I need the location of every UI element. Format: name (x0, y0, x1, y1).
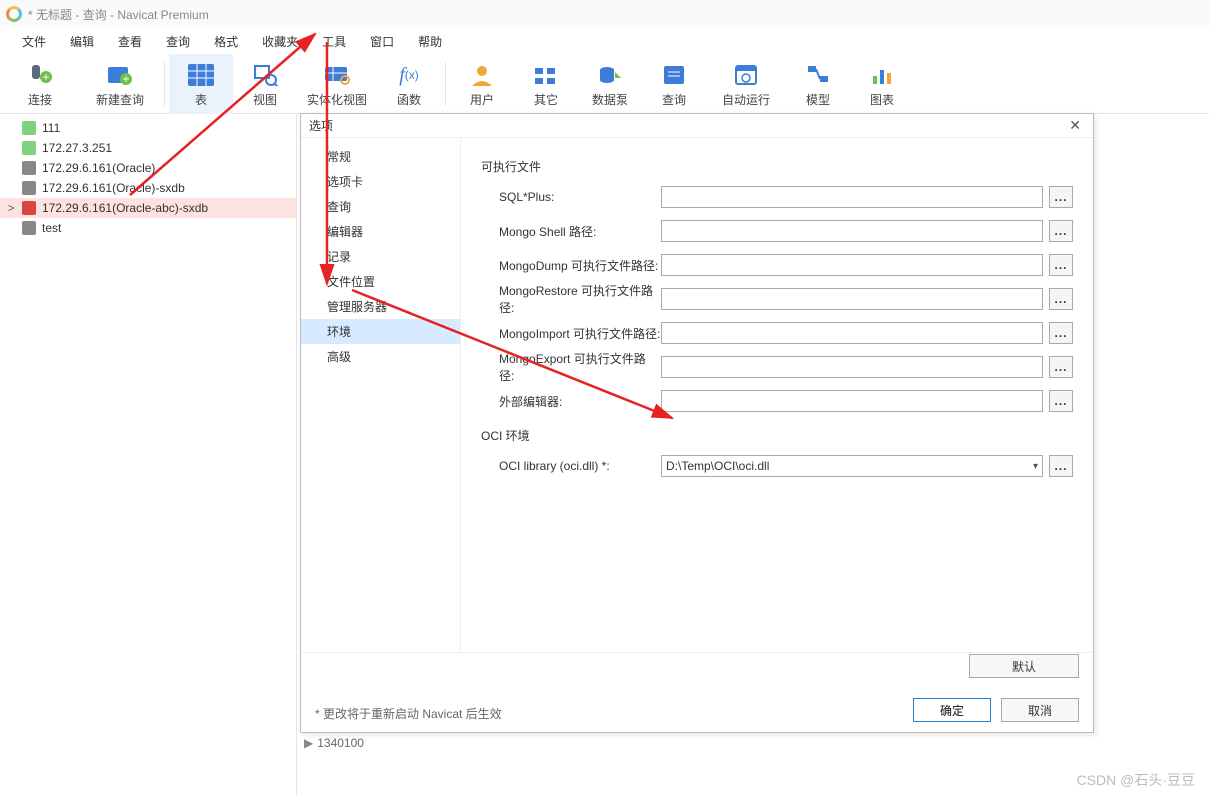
dialog-nav: 常规 选项卡 查询 编辑器 记录 文件位置 管理服务器 环境 高级 (301, 138, 461, 652)
menu-file[interactable]: 文件 (10, 29, 58, 54)
db-icon (22, 161, 36, 175)
sidebar-item[interactable]: 172.29.6.161(Oracle)-sxdb (0, 178, 296, 198)
sidebar-item-selected[interactable]: >172.29.6.161(Oracle-abc)-sxdb (0, 198, 296, 218)
watermark: CSDN @石头·豆豆 (1077, 770, 1195, 790)
browse-button[interactable]: ... (1049, 220, 1073, 242)
tb-matview[interactable]: 实体化视图 (297, 54, 377, 114)
dialog-title: 选项 (309, 117, 333, 134)
menu-edit[interactable]: 编辑 (58, 29, 106, 54)
db-icon (22, 121, 36, 135)
cancel-button[interactable]: 取消 (1001, 698, 1079, 722)
label-sqlplus: SQL*Plus: (481, 190, 661, 204)
input-mongoshell[interactable] (661, 220, 1043, 242)
status-value: 1340100 (317, 736, 364, 750)
tb-model[interactable]: 模型 (786, 54, 850, 114)
input-mongodump[interactable] (661, 254, 1043, 276)
input-mongoexport[interactable] (661, 356, 1043, 378)
nav-records[interactable]: 记录 (301, 244, 460, 269)
browse-button[interactable]: ... (1049, 322, 1073, 344)
browse-button[interactable]: ... (1049, 288, 1073, 310)
menu-view[interactable]: 查看 (106, 29, 154, 54)
connection-sidebar: 111 172.27.3.251 172.29.6.161(Oracle) 17… (0, 114, 297, 796)
window-titlebar: * 无标题 - 查询 - Navicat Premium (0, 0, 1209, 28)
browse-button[interactable]: ... (1049, 356, 1073, 378)
db-icon (22, 181, 36, 195)
sidebar-item[interactable]: test (0, 218, 296, 238)
browse-button[interactable]: ... (1049, 186, 1073, 208)
app-logo-icon (6, 6, 22, 22)
svg-text:+: + (42, 70, 49, 84)
tb-chart[interactable]: 图表 (850, 54, 914, 114)
section-executables: 可执行文件 (481, 158, 1073, 175)
label-mongoshell: Mongo Shell 路径: (481, 223, 661, 240)
label-mongoexport: MongoExport 可执行文件路径: (481, 350, 661, 384)
main-toolbar: +连接 +新建查询 表 视图 实体化视图 f(x)函数 用户 其它 数据泵 查询… (0, 54, 1209, 114)
play-icon[interactable]: ▶ (304, 736, 313, 750)
menubar: 文件 编辑 查看 查询 格式 收藏夹 工具 窗口 帮助 (0, 28, 1209, 54)
tb-table[interactable]: 表 (169, 54, 233, 114)
db-icon (22, 221, 36, 235)
label-mongoimport: MongoImport 可执行文件路径: (481, 325, 661, 342)
chevron-down-icon: ▾ (1033, 461, 1038, 472)
nav-query[interactable]: 查询 (301, 194, 460, 219)
toolbar-separator (445, 62, 446, 106)
tb-auto[interactable]: 自动运行 (706, 54, 786, 114)
nav-tabs[interactable]: 选项卡 (301, 169, 460, 194)
browse-button[interactable]: ... (1049, 390, 1073, 412)
tb-query[interactable]: 查询 (642, 54, 706, 114)
menu-window[interactable]: 窗口 (358, 29, 406, 54)
input-sqlplus[interactable] (661, 186, 1043, 208)
options-dialog: 选项 ✕ 常规 选项卡 查询 编辑器 记录 文件位置 管理服务器 环境 高级 可… (300, 113, 1094, 733)
menu-format[interactable]: 格式 (202, 29, 250, 54)
restart-note: * 更改将于重新启动 Navicat 后生效 (315, 705, 502, 722)
tb-pump[interactable]: 数据泵 (578, 54, 642, 114)
label-mongorestore: MongoRestore 可执行文件路径: (481, 282, 661, 316)
tb-connect[interactable]: +连接 (0, 54, 80, 114)
svg-text:+: + (122, 72, 129, 86)
sidebar-item[interactable]: 111 (0, 118, 296, 138)
nav-advanced[interactable]: 高级 (301, 344, 460, 369)
tb-user[interactable]: 用户 (450, 54, 514, 114)
input-mongoimport[interactable] (661, 322, 1043, 344)
menu-help[interactable]: 帮助 (406, 29, 454, 54)
expand-icon[interactable]: > (6, 201, 16, 215)
nav-environment[interactable]: 环境 (301, 319, 460, 344)
db-icon (22, 201, 36, 215)
nav-manageserver[interactable]: 管理服务器 (301, 294, 460, 319)
toolbar-separator (164, 62, 165, 106)
sidebar-item[interactable]: 172.29.6.161(Oracle) (0, 158, 296, 178)
close-icon[interactable]: ✕ (1065, 117, 1085, 134)
default-button[interactable]: 默认 (969, 654, 1079, 678)
tb-view[interactable]: 视图 (233, 54, 297, 114)
nav-filelocation[interactable]: 文件位置 (301, 269, 460, 294)
label-ocilib: OCI library (oci.dll) *: (481, 459, 661, 473)
sidebar-item[interactable]: 172.27.3.251 (0, 138, 296, 158)
combo-ocilib[interactable]: D:\Temp\OCI\oci.dll▾ (661, 455, 1043, 477)
input-mongorestore[interactable] (661, 288, 1043, 310)
tb-newquery[interactable]: +新建查询 (80, 54, 160, 114)
menu-tools[interactable]: 工具 (310, 29, 358, 54)
input-exteditor[interactable] (661, 390, 1043, 412)
menu-favorites[interactable]: 收藏夹 (250, 29, 310, 54)
browse-button[interactable]: ... (1049, 254, 1073, 276)
nav-editor[interactable]: 编辑器 (301, 219, 460, 244)
label-exteditor: 外部编辑器: (481, 393, 661, 410)
tb-func[interactable]: f(x)函数 (377, 54, 441, 114)
window-title: * 无标题 - 查询 - Navicat Premium (28, 6, 209, 23)
label-mongodump: MongoDump 可执行文件路径: (481, 257, 661, 274)
browse-button[interactable]: ... (1049, 455, 1073, 477)
dialog-titlebar: 选项 ✕ (301, 114, 1093, 138)
db-icon (22, 141, 36, 155)
dialog-content: 可执行文件 SQL*Plus:... Mongo Shell 路径:... Mo… (461, 138, 1093, 652)
status-strip: ▶ 1340100 (300, 734, 364, 752)
nav-general[interactable]: 常规 (301, 144, 460, 169)
menu-query[interactable]: 查询 (154, 29, 202, 54)
ok-button[interactable]: 确定 (913, 698, 991, 722)
section-oci: OCI 环境 (481, 427, 1073, 444)
tb-other[interactable]: 其它 (514, 54, 578, 114)
